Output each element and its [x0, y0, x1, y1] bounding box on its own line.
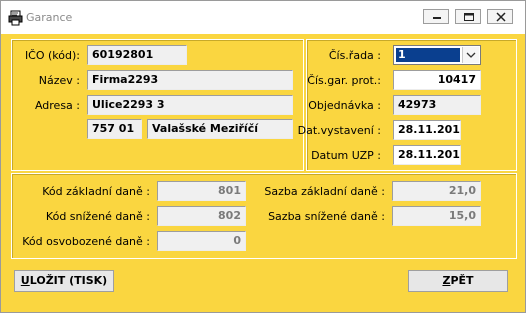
reduced-rate-field: 15,0 — [392, 206, 481, 226]
order-label: Objednávka : — [308, 99, 381, 112]
base-rate-field: 21,0 — [392, 181, 481, 201]
printer-icon[interactable] — [8, 10, 24, 26]
city-field[interactable]: Valašské Meziříčí — [147, 119, 293, 139]
base-code-field: 801 — [157, 181, 246, 201]
close-button[interactable] — [487, 9, 513, 24]
series-selected-value: 1 — [396, 48, 460, 62]
minimize-icon — [433, 17, 441, 19]
address-label: Adresa : — [34, 99, 80, 112]
exempt-code-field: 0 — [157, 231, 246, 251]
minimize-button[interactable] — [423, 9, 449, 24]
window-title: Garance — [26, 11, 73, 24]
protocol-label: Čís.gar. prot.: — [307, 74, 381, 87]
uzp-date-field[interactable]: 28.11.2017 — [393, 145, 461, 165]
back-label: PĚT — [450, 274, 474, 287]
close-icon — [496, 12, 506, 22]
address-field[interactable]: Ulice2293 3 — [87, 95, 293, 115]
zip-field[interactable]: 757 01 — [87, 119, 142, 139]
save-print-button[interactable]: ULOŽIT (TISK) — [14, 270, 114, 292]
protocol-field[interactable]: 10417 — [393, 70, 481, 90]
save-label: LOŽIT (TISK) — [29, 274, 108, 287]
garance-window: Garance IČO (kód): 60192801 Název : Firm… — [0, 0, 526, 313]
reduced-code-field: 802 — [157, 206, 246, 226]
restore-icon — [464, 13, 474, 21]
chevron-down-icon[interactable] — [462, 47, 479, 63]
base-rate-label: Sazba základní daně : — [264, 185, 385, 198]
name-label: Název : — [38, 74, 80, 87]
reduced-rate-label: Sazba snížené daně : — [268, 210, 385, 223]
restore-button[interactable] — [455, 9, 481, 24]
title-bar[interactable]: Garance — [1, 1, 525, 34]
order-field[interactable]: 42973 — [393, 95, 481, 115]
back-button[interactable]: ZPĚT — [408, 270, 508, 292]
ico-label: IČO (kód): — [24, 49, 80, 62]
reduced-code-label: Kód snížené daně : — [45, 210, 150, 223]
save-hotkey: U — [20, 274, 30, 287]
exempt-code-label: Kód osvobozené daně : — [22, 235, 150, 248]
series-select[interactable]: 1 — [393, 45, 481, 65]
uzp-date-label: Datum UZP : — [311, 149, 381, 162]
base-code-label: Kód základní daně : — [42, 185, 150, 198]
ico-field[interactable]: 60192801 — [87, 45, 187, 65]
issue-date-field[interactable]: 28.11.2017 — [393, 120, 461, 140]
issue-date-label: Dat.vystavení : — [297, 124, 381, 137]
series-label: Čís.řada : — [328, 49, 381, 62]
name-field[interactable]: Firma2293 — [87, 70, 293, 90]
